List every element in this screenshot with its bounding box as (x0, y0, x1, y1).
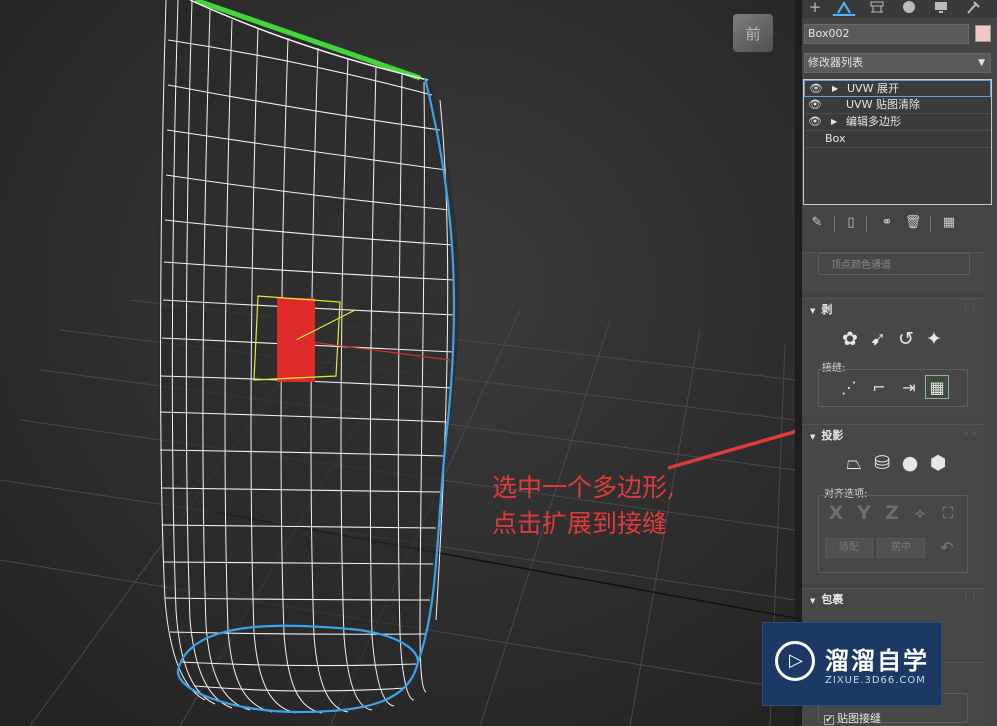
quick-peel-button[interactable]: ✿ (838, 327, 862, 351)
point-to-point-seams-button[interactable]: ⌐ (867, 376, 891, 400)
utilities-tab[interactable] (962, 0, 984, 16)
best-align-button[interactable]: ⟡ (909, 502, 931, 524)
modifier-list-label: 修改器列表 (808, 56, 863, 69)
expand-poly-to-seams-button[interactable]: ▦ (925, 375, 949, 399)
align-options-group: X Y Z ⟡ ⛶ 适配 居中 ↶ (818, 495, 968, 573)
stack-item-label: UVW 展开 (847, 82, 899, 95)
make-unique-icon[interactable]: ⚭ (878, 214, 896, 232)
toolbar-separator (930, 216, 931, 232)
wrap-rollout-header[interactable]: ▼ 包裹 (810, 591, 843, 607)
align-x-button[interactable]: X (825, 502, 847, 524)
toolbar-separator (866, 216, 867, 232)
checkbox-icon[interactable]: ✔ (824, 715, 834, 725)
command-panel-tabs: + (802, 0, 997, 18)
projection-rollout-header[interactable]: ▼ 投影 (810, 427, 843, 443)
stack-item-label: Box (825, 132, 846, 145)
display-tab[interactable] (930, 0, 952, 16)
object-color-swatch[interactable] (975, 25, 991, 42)
motion-tab[interactable] (898, 0, 920, 16)
stack-toolbar: ✎ ▯ ⚭ 🗑 ▦ (806, 214, 991, 234)
rollout-projection: ▼ 投影 ⋮⋮ ⏢ ⛁ ● ⬢ 对齐选项: X Y Z ⟡ ⛶ 适配 居中 ↶ (802, 424, 984, 584)
hierarchy-icon (870, 1, 884, 13)
hierarchy-tab[interactable] (866, 0, 888, 16)
show-end-result-icon[interactable]: ▯ (842, 214, 860, 232)
spherical-map-button[interactable]: ● (898, 451, 922, 475)
stack-item-label: UVW 贴图清除 (846, 98, 920, 111)
center-button[interactable]: 居中 (877, 538, 925, 558)
peel-rollout-header[interactable]: ▼ 剥 (810, 301, 832, 317)
play-icon: ▷ (775, 641, 815, 681)
annotation-line-2: 点击扩展到接缝 (492, 509, 668, 538)
remove-modifier-icon[interactable]: 🗑 (904, 214, 922, 232)
box-map-button[interactable]: ⬢ (926, 451, 950, 475)
drag-handle[interactable]: ⋮⋮ (962, 302, 978, 311)
watermark-url: ZIXUE.3D66.COM (825, 675, 926, 686)
motion-icon (903, 1, 915, 13)
modifier-list-dropdown[interactable]: 修改器列表 ▼ (804, 53, 991, 73)
vertex-color-channel-label: 顶点颜色通道 (831, 260, 891, 271)
eye-icon[interactable]: 👁 (809, 81, 823, 97)
stack-item-edit-poly[interactable]: 👁 ▶ 编辑多边形 (804, 114, 991, 131)
channel-box: 顶点颜色通道 (818, 253, 970, 275)
seams-group: ⋰ ⌐ ⇥ ▦ (818, 369, 968, 407)
align-z-button[interactable]: Z (881, 502, 903, 524)
chevron-down-icon: ▼ (978, 58, 985, 68)
rollout-peel: ▼ 剥 ⋮⋮ ✿ ➹ ↺ ✦ 接缝: ⋰ ⌐ ⇥ ▦ (802, 298, 984, 416)
modify-icon (837, 1, 851, 14)
drag-handle[interactable]: ⋮⋮ (962, 428, 978, 437)
annotation-text: 选中一个多边形, 点击扩展到接缝 (492, 470, 675, 542)
command-panel: + Box002 修改器列表 ▼ 👁 ▶ UVW 展开 👁 UVW 贴图清除 👁… (802, 0, 997, 726)
eye-icon[interactable]: 👁 (808, 97, 822, 113)
pin-stack-icon[interactable]: ✎ (808, 214, 826, 232)
object-name-field[interactable]: Box002 (804, 24, 969, 44)
reset-peel-button[interactable]: ↺ (894, 327, 918, 351)
drag-handle[interactable]: ⋮⋮ (962, 592, 978, 601)
wireframe-model (0, 0, 795, 726)
rollout-vertex-color: 顶点颜色通道 (802, 252, 984, 292)
edit-seams-button[interactable]: ⋰ (837, 376, 861, 400)
map-seams-checkbox[interactable]: ✔ 贴图接缝 (824, 710, 881, 726)
expand-triangle-icon[interactable]: ▶ (832, 81, 838, 97)
create-tab[interactable]: + (804, 0, 826, 16)
watermark-title: 溜溜自学 (825, 647, 929, 675)
expand-triangle-icon[interactable]: ▶ (831, 114, 837, 130)
viewport-divider[interactable] (795, 0, 802, 726)
stack-item-label: 编辑多边形 (846, 115, 901, 128)
watermark-logo: ▷ 溜溜自学 ZIXUE.3D66.COM (762, 622, 942, 706)
map-seams-label: 贴图接缝 (837, 712, 881, 725)
stack-item-uvw-unwrap[interactable]: 👁 ▶ UVW 展开 (804, 80, 991, 97)
viewcube[interactable]: 前 (733, 14, 773, 52)
fit-bounds-button[interactable]: ⛶ (937, 502, 959, 524)
planar-map-button[interactable]: ⏢ (842, 451, 866, 475)
edge-sel-to-seams-button[interactable]: ⇥ (897, 376, 921, 400)
modifier-stack: 👁 ▶ UVW 展开 👁 UVW 贴图清除 👁 ▶ 编辑多边形 Box (803, 79, 992, 205)
eye-icon[interactable]: 👁 (808, 114, 822, 130)
modify-tab[interactable] (833, 0, 855, 16)
annotation-line-1: 选中一个多边形, (492, 473, 675, 502)
peel-mode-button[interactable]: ➹ (866, 327, 890, 351)
align-y-button[interactable]: Y (853, 502, 875, 524)
cylindrical-map-button[interactable]: ⛁ (870, 451, 894, 475)
reset-align-button[interactable]: ↶ (935, 536, 959, 560)
utilities-icon (967, 1, 980, 14)
pelt-map-button[interactable]: ✦ (922, 327, 946, 351)
fit-button[interactable]: 适配 (825, 538, 873, 558)
perspective-viewport[interactable]: 前 选中一个多边形, 点击扩展到接缝 (0, 0, 795, 726)
stack-item-uvw-clear[interactable]: 👁 UVW 贴图清除 (804, 97, 991, 114)
toolbar-separator (834, 216, 835, 232)
display-icon (935, 2, 947, 13)
stack-item-box[interactable]: Box (804, 131, 991, 148)
configure-sets-icon[interactable]: ▦ (940, 214, 958, 232)
